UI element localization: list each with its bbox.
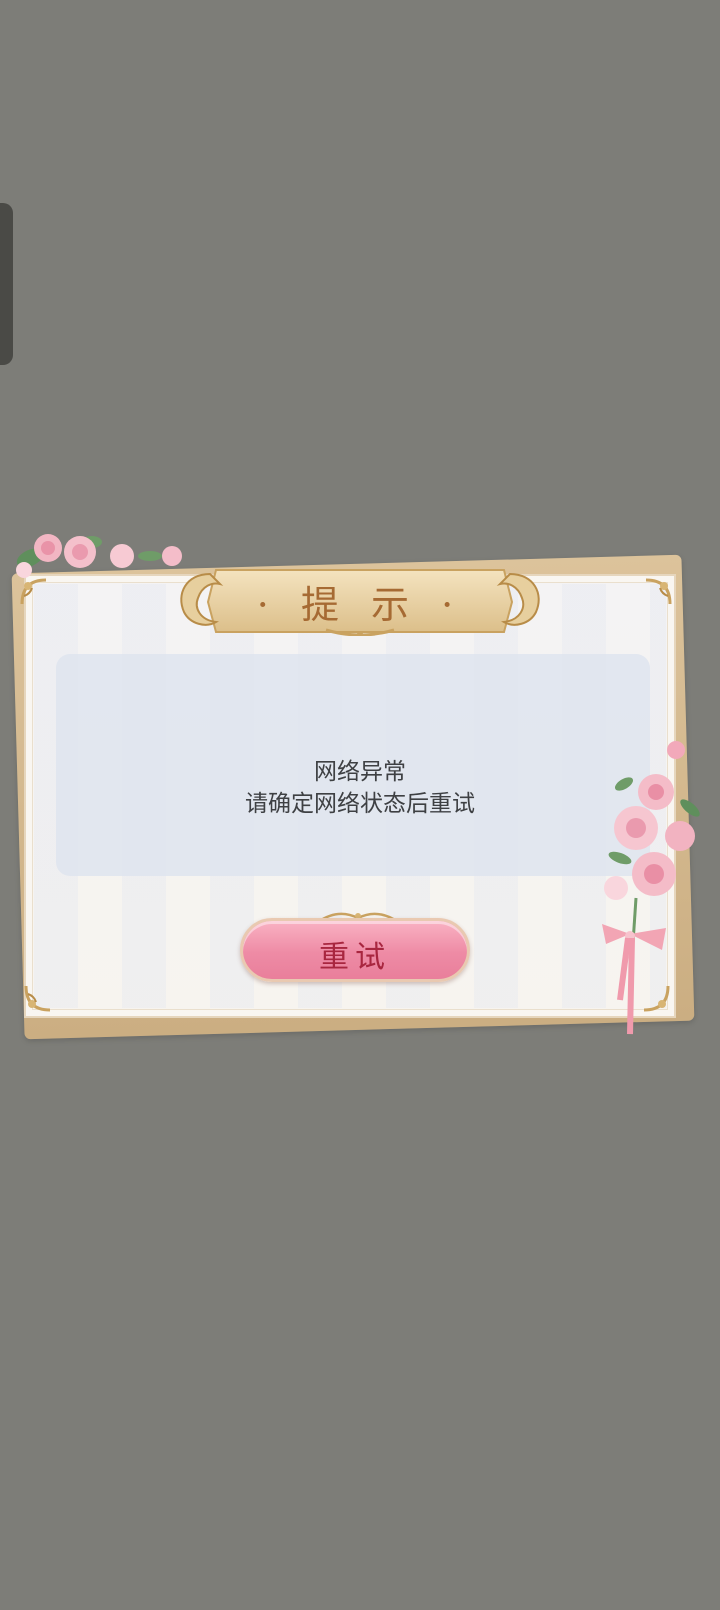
corner-ornament-icon — [24, 985, 51, 1012]
rose-decoration-icon — [602, 741, 700, 1035]
corner-ornament-icon — [645, 578, 672, 605]
ribbon-bow-icon — [602, 924, 666, 1035]
dialog-title: · 提 示 · — [256, 583, 464, 627]
rose-decoration-icon — [16, 534, 182, 578]
title-plate: · 提 示 · — [176, 564, 544, 636]
retry-button-label: 重试 — [319, 940, 391, 975]
network-error-dialog: · 提 示 · 网络异常 请确定网络状态后重试 重试 — [0, 530, 720, 1070]
edge-panel-handle[interactable] — [0, 203, 13, 365]
retry-button[interactable]: 重试 — [240, 918, 470, 982]
